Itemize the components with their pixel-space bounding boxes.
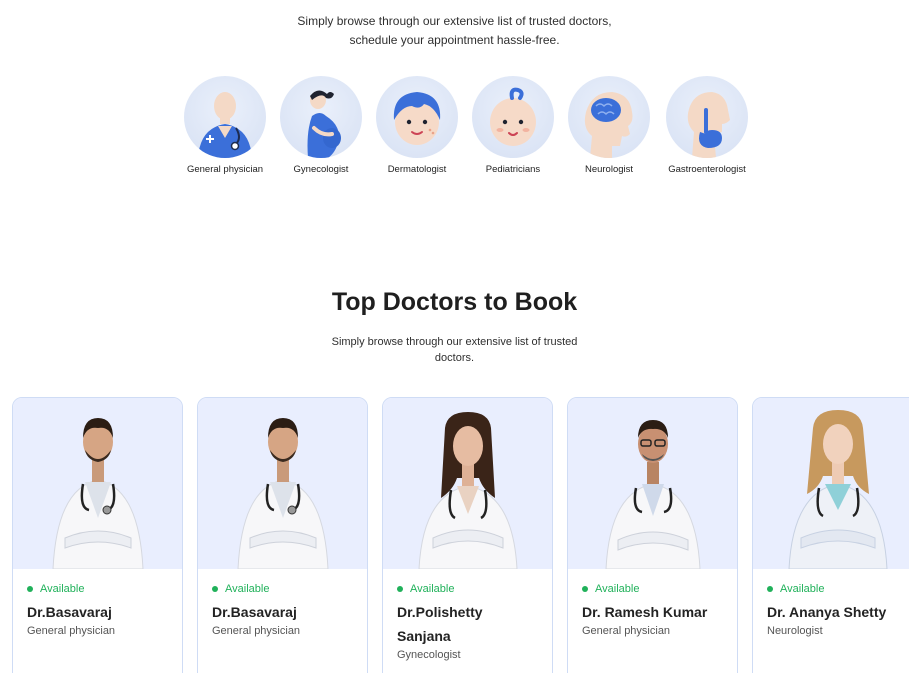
doctor-photo	[753, 398, 909, 569]
doctor-speciality: General physician	[582, 625, 671, 637]
neurologist-icon	[568, 76, 650, 158]
availability-status: Available	[767, 583, 908, 595]
doctor-name: Dr.Polishetty Sanjana	[397, 600, 538, 648]
dermatologist-icon	[376, 76, 458, 158]
doctor-card-list: Available Dr.Basavaraj General physician…	[12, 397, 909, 673]
doctor-name: Dr.Basavaraj	[212, 604, 297, 620]
doctor-card[interactable]: Available Dr.Polishetty Sanjana Gynecolog…	[382, 397, 553, 673]
general-physician-icon	[184, 76, 266, 158]
speciality-label: Pediatricians	[485, 164, 541, 175]
doctor-photo	[13, 398, 182, 569]
doctor-name-line-1: Dr.Polishetty	[397, 604, 483, 620]
availability-status: Available	[27, 583, 168, 595]
top-doctors-title: Top Doctors to Book	[331, 288, 578, 316]
speciality-label: Neurologist	[584, 164, 634, 175]
doctor-name: Dr. Ramesh Kumar	[582, 604, 708, 620]
doctor-speciality: Gynecologist	[397, 649, 461, 661]
status-text: Available	[225, 583, 270, 595]
gastroenterologist-icon	[666, 76, 748, 158]
available-dot-icon	[27, 586, 33, 592]
top-doctors-subtitle-line-2: doctors.	[434, 352, 475, 364]
speciality-label: Dermatologist	[387, 164, 447, 175]
doctor-card[interactable]: Available Dr.Basavaraj General physician	[12, 397, 183, 673]
doctor-speciality: General physician	[27, 625, 116, 637]
status-text: Available	[780, 583, 825, 595]
top-doctors-subtitle-line-1: Simply browse through our extensive list…	[331, 336, 578, 348]
status-text: Available	[595, 583, 640, 595]
doctor-card[interactable]: Available Dr. Ramesh Kumar General physi…	[567, 397, 738, 673]
doctor-card[interactable]: Available Dr. Ananya Shetty Neurologist	[752, 397, 909, 673]
intro-line-2: schedule your appointment hassle-free.	[349, 33, 560, 47]
availability-status: Available	[212, 583, 353, 595]
speciality-neurologist[interactable]: Neurologist	[564, 76, 654, 175]
doctor-card[interactable]: Available Dr.Basavaraj General physician	[197, 397, 368, 673]
intro-line-1: Simply browse through our extensive list…	[297, 14, 612, 28]
available-dot-icon	[767, 586, 773, 592]
doctor-photo	[198, 398, 367, 569]
speciality-dermatologist[interactable]: Dermatologist	[372, 76, 462, 175]
doctor-speciality: Neurologist	[767, 625, 823, 637]
doctor-photo	[568, 398, 737, 569]
pediatrician-icon	[472, 76, 554, 158]
speciality-label: Gastroenterologist	[668, 164, 746, 175]
availability-status: Available	[582, 583, 723, 595]
doctor-name-line-2: Sanjana	[397, 628, 451, 644]
speciality-label: General physician	[186, 164, 264, 175]
speciality-label: Gynecologist	[293, 164, 349, 175]
speciality-general-physician[interactable]: General physician	[180, 76, 270, 175]
doctor-name: Dr.Basavaraj	[27, 604, 112, 620]
available-dot-icon	[397, 586, 403, 592]
speciality-gastroenterologist[interactable]: Gastroenterologist	[662, 76, 752, 175]
speciality-list: General physician Gynecologist Dermatolo…	[180, 76, 760, 186]
status-text: Available	[40, 583, 85, 595]
doctor-speciality: General physician	[212, 625, 301, 637]
gynecologist-icon	[280, 76, 362, 158]
doctor-name: Dr. Ananya Shetty	[767, 604, 887, 620]
speciality-pediatricians[interactable]: Pediatricians	[468, 76, 558, 175]
available-dot-icon	[212, 586, 218, 592]
availability-status: Available	[397, 583, 538, 595]
speciality-gynecologist[interactable]: Gynecologist	[276, 76, 366, 175]
available-dot-icon	[582, 586, 588, 592]
speciality-intro-text: Simply browse through our extensive list…	[0, 12, 909, 50]
status-text: Available	[410, 583, 455, 595]
doctor-photo	[383, 398, 552, 569]
top-doctors-subtitle: Simply browse through our extensive list…	[0, 334, 909, 366]
